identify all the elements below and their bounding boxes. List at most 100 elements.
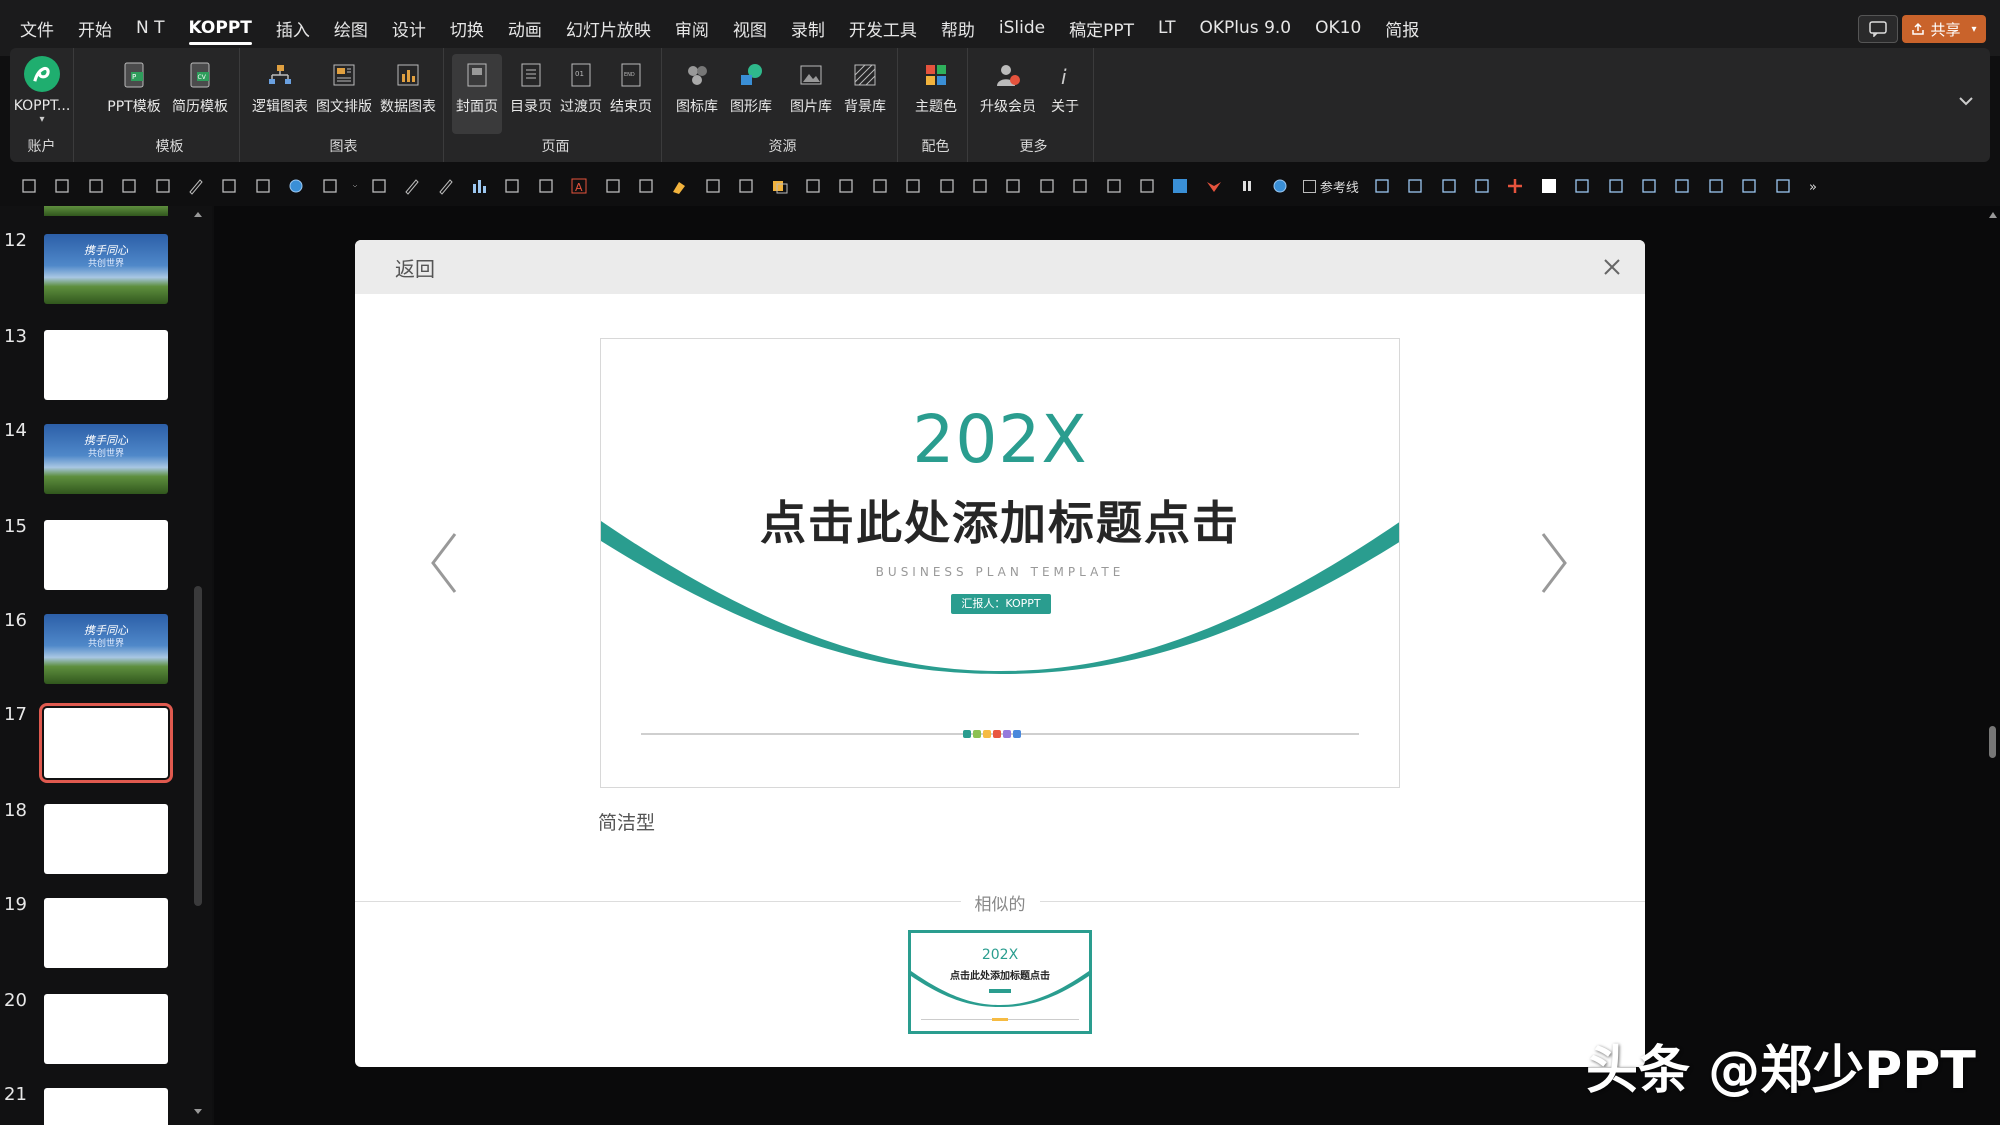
slide-thumbnail[interactable]: 携手同心 共创世界 bbox=[44, 234, 168, 304]
merge-icon[interactable] bbox=[501, 175, 523, 197]
textfill-icon[interactable] bbox=[118, 175, 140, 197]
about-button[interactable]: i 关于 bbox=[1040, 54, 1090, 134]
layer-icon[interactable] bbox=[769, 175, 791, 197]
menu-item[interactable]: iSlide bbox=[999, 18, 1045, 38]
menu-item[interactable]: 开发工具 bbox=[849, 16, 917, 41]
slide-thumbnail[interactable] bbox=[39, 703, 173, 783]
slide-thumbnail[interactable]: 携手同心 共创世界 bbox=[44, 614, 168, 684]
comment-button[interactable] bbox=[1858, 15, 1898, 43]
menu-item[interactable]: 设计 bbox=[392, 16, 426, 41]
menu-item[interactable]: 录制 bbox=[791, 16, 825, 41]
menu-item[interactable]: 稿定PPT bbox=[1069, 16, 1134, 41]
end-page-button[interactable]: END 结束页 bbox=[606, 54, 656, 134]
shadow-icon[interactable] bbox=[702, 175, 724, 197]
next-arrow-icon[interactable] bbox=[1533, 530, 1573, 596]
expand-icon[interactable] bbox=[1638, 175, 1660, 197]
menu-item[interactable]: 文件 bbox=[20, 16, 54, 41]
font-color-icon[interactable] bbox=[152, 175, 174, 197]
close-icon[interactable] bbox=[1601, 256, 1623, 278]
logic-chart-button[interactable]: 逻辑图表 bbox=[250, 54, 310, 134]
slide-thumbnail-row[interactable]: 21 bbox=[0, 1084, 200, 1125]
shape-icon[interactable] bbox=[602, 175, 624, 197]
slide-thumbnail[interactable] bbox=[44, 898, 168, 968]
pick-icon[interactable] bbox=[902, 175, 924, 197]
account-button[interactable]: KOPPT... ▾ bbox=[14, 54, 70, 134]
top-icon[interactable] bbox=[1069, 175, 1091, 197]
slide-thumbnail-row[interactable]: 19 bbox=[0, 894, 200, 978]
partial-slide-thumb[interactable] bbox=[44, 206, 168, 216]
distribute-icon[interactable] bbox=[51, 175, 73, 197]
slide-thumbnail-row[interactable]: 17 bbox=[0, 703, 200, 788]
table-icon[interactable] bbox=[535, 175, 557, 197]
collapse-ribbon-icon[interactable] bbox=[1956, 94, 1976, 108]
upgrade-member-button[interactable]: 升级会员 bbox=[978, 54, 1038, 134]
text-frame-icon[interactable] bbox=[1671, 175, 1693, 197]
share-button[interactable]: 共享 ▾ bbox=[1902, 15, 1986, 43]
center-icon[interactable] bbox=[1002, 175, 1024, 197]
text-frame2-icon[interactable] bbox=[1738, 175, 1760, 197]
grid-icon[interactable] bbox=[1605, 175, 1627, 197]
textbox-icon[interactable] bbox=[85, 175, 107, 197]
star-icon[interactable] bbox=[1371, 175, 1393, 197]
dropdown-icon[interactable] bbox=[352, 175, 362, 197]
shape-library-button[interactable]: 图形库 bbox=[724, 54, 778, 134]
rotate-icon[interactable] bbox=[1471, 175, 1493, 197]
bottom-icon[interactable] bbox=[1103, 175, 1125, 197]
menu-item[interactable]: 视图 bbox=[733, 16, 767, 41]
cover-page-button[interactable]: 封面页 bbox=[452, 54, 502, 134]
bar-icon[interactable] bbox=[468, 175, 490, 197]
brush-icon[interactable] bbox=[435, 175, 457, 197]
align-r-icon[interactable] bbox=[969, 175, 991, 197]
image-text-layout-button[interactable]: 图文排版 bbox=[314, 54, 374, 134]
image-library-button[interactable]: 图片库 bbox=[784, 54, 838, 134]
bow-icon[interactable] bbox=[1203, 175, 1225, 197]
circle-icon[interactable] bbox=[285, 175, 307, 197]
menu-item[interactable]: 简报 bbox=[1385, 16, 1419, 41]
white-square-icon[interactable] bbox=[1538, 175, 1560, 197]
middle-icon[interactable] bbox=[1036, 175, 1058, 197]
cross-icon[interactable] bbox=[869, 175, 891, 197]
transition-page-button[interactable]: 01 过渡页 bbox=[556, 54, 606, 134]
menu-item[interactable]: 绘图 bbox=[334, 16, 368, 41]
slide-thumbnail[interactable] bbox=[44, 520, 168, 590]
menu-item[interactable]: 切换 bbox=[450, 16, 484, 41]
menu-item[interactable]: KOPPT bbox=[188, 18, 253, 45]
ring-icon[interactable] bbox=[1269, 175, 1291, 197]
plus-icon[interactable] bbox=[1504, 175, 1526, 197]
slide-thumbnail-row[interactable]: 15 bbox=[0, 516, 200, 600]
slide-thumbnail-row[interactable]: 13 bbox=[0, 326, 200, 410]
menu-item[interactable]: 幻灯片放映 bbox=[566, 16, 651, 41]
canvas-scroll-thumb[interactable] bbox=[1989, 726, 1996, 758]
slide-thumbnail[interactable] bbox=[44, 994, 168, 1064]
image-frame-icon[interactable] bbox=[1705, 175, 1727, 197]
menu-item[interactable]: 开始 bbox=[78, 16, 112, 41]
slide-thumbnail-row[interactable]: 18 bbox=[0, 800, 200, 884]
line-icon[interactable] bbox=[735, 175, 757, 197]
icon-library-button[interactable]: 图标库 bbox=[670, 54, 724, 134]
crop2-icon[interactable] bbox=[635, 175, 657, 197]
slide-thumbnail[interactable] bbox=[44, 804, 168, 874]
back-button[interactable]: 返回 bbox=[395, 253, 435, 282]
frame-icon[interactable] bbox=[1136, 175, 1158, 197]
menu-item[interactable]: 动画 bbox=[508, 16, 542, 41]
box-icon[interactable] bbox=[835, 175, 857, 197]
menu-item[interactable]: 审阅 bbox=[675, 16, 709, 41]
painter-icon[interactable] bbox=[668, 175, 690, 197]
circle-link-icon[interactable] bbox=[1772, 175, 1794, 197]
group-icon[interactable] bbox=[802, 175, 824, 197]
pause-icon[interactable] bbox=[1236, 175, 1258, 197]
pen-icon[interactable] bbox=[185, 175, 207, 197]
eraser-icon[interactable] bbox=[368, 175, 390, 197]
picture-icon[interactable] bbox=[1571, 175, 1593, 197]
slide-thumbnail[interactable]: 携手同心 共创世界 bbox=[44, 424, 168, 494]
slide-thumbnail[interactable] bbox=[44, 1088, 168, 1125]
align-l-icon[interactable] bbox=[936, 175, 958, 197]
crop-icon[interactable] bbox=[218, 175, 240, 197]
slide-thumbnail-row[interactable]: 20 bbox=[0, 990, 200, 1074]
similar-template-thumb[interactable]: 202X 点击此处添加标题点击 bbox=[908, 930, 1092, 1034]
menu-item[interactable]: N T bbox=[136, 18, 165, 38]
scroll-up-icon[interactable] bbox=[1989, 212, 1997, 218]
eraser2-icon[interactable] bbox=[1404, 175, 1426, 197]
background-library-button[interactable]: 背景库 bbox=[838, 54, 892, 134]
more-icon[interactable]: » bbox=[1805, 175, 1827, 197]
